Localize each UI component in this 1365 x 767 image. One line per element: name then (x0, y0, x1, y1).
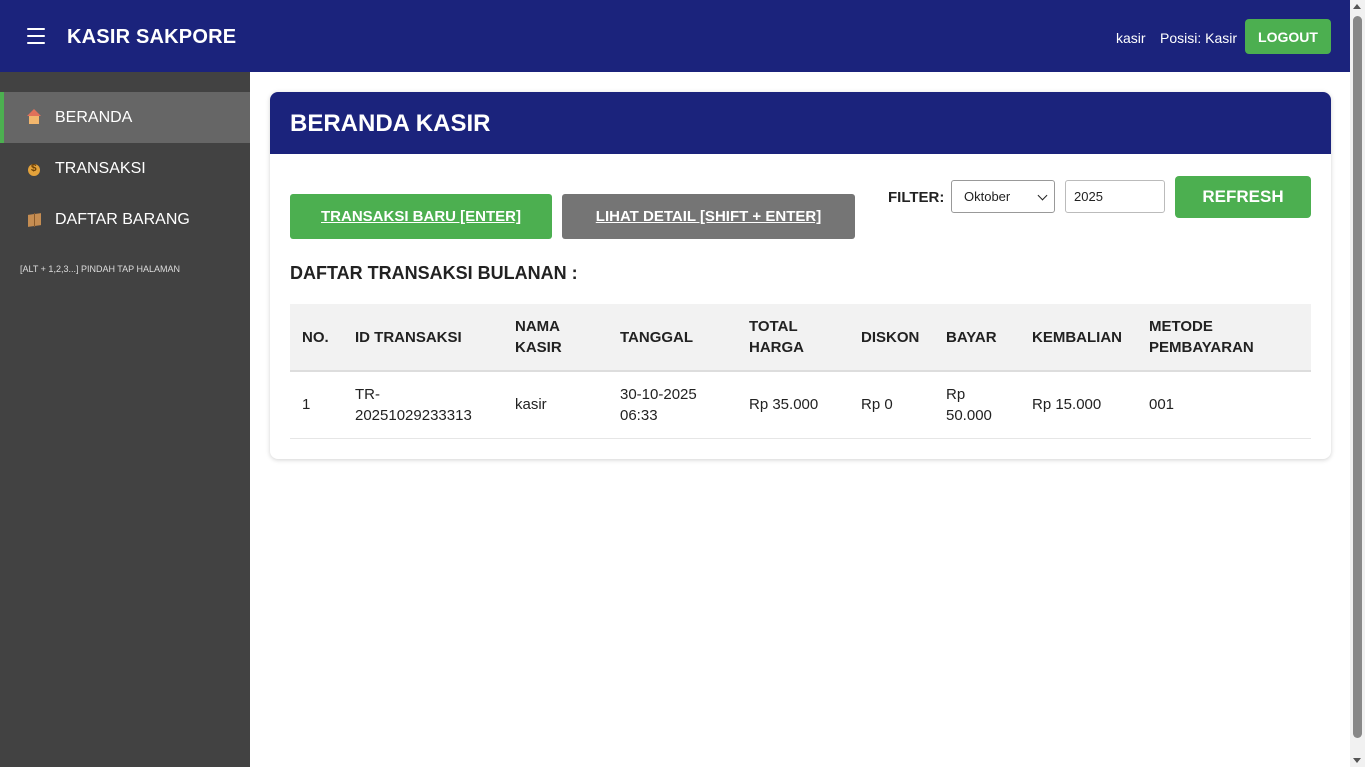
app-title: KASIR SAKPORE (67, 26, 237, 48)
cell-diskon: Rp 0 (849, 371, 934, 439)
cell-total-harga: Rp 35.000 (737, 371, 849, 439)
new-transaction-button[interactable]: TRANSAKSI BARU [ENTER] (290, 194, 552, 239)
cell-no: 1 (290, 371, 343, 439)
position-label: Posisi: Kasir (1160, 30, 1238, 46)
package-icon (25, 211, 43, 229)
view-detail-button[interactable]: LIHAT DETAIL [SHIFT + ENTER] (562, 194, 855, 239)
cell-kembalian: Rp 15.000 (1020, 371, 1137, 439)
hamburger-menu-icon[interactable] (27, 28, 45, 44)
home-card: BERANDA KASIR TRANSAKSI BARU [ENTER] LIH… (270, 92, 1331, 459)
chevron-down-icon (1037, 190, 1048, 201)
top-navbar: KASIR SAKPORE kasir Posisi: Kasir LOGOUT (0, 0, 1350, 72)
column-header-nama-kasir: NAMA KASIR (503, 304, 608, 372)
scroll-down-arrow-icon[interactable] (1353, 758, 1361, 763)
year-input[interactable] (1065, 180, 1165, 213)
sidebar-item-label: BERANDA (55, 108, 133, 126)
column-header-diskon: DISKON (849, 304, 934, 372)
username-label: kasir (1116, 30, 1146, 46)
sidebar-item-label: TRANSAKSI (55, 159, 146, 177)
scrollbar-thumb[interactable] (1353, 16, 1362, 738)
section-title: DAFTAR TRANSAKSI BULANAN : (290, 263, 578, 283)
column-header-no: NO. (290, 304, 343, 372)
column-header-tanggal: TANGGAL (608, 304, 737, 372)
money-bag-icon (25, 160, 43, 178)
column-header-total-harga: TOTAL HARGA (737, 304, 849, 372)
column-header-bayar: BAYAR (934, 304, 1020, 372)
cell-bayar: Rp 50.000 (934, 371, 1020, 439)
month-select[interactable]: Oktober (951, 180, 1055, 213)
table-row[interactable]: 1 TR-20251029233313 kasir 30-10-2025 06:… (290, 371, 1311, 439)
transaction-table: NO. ID TRANSAKSI NAMA KASIR TANGGAL TOTA… (290, 304, 1311, 439)
house-icon (25, 108, 43, 127)
cell-tanggal: 30-10-2025 06:33 (608, 371, 737, 439)
table-header-row: NO. ID TRANSAKSI NAMA KASIR TANGGAL TOTA… (290, 304, 1311, 372)
page-title: BERANDA KASIR (270, 92, 1331, 154)
refresh-button[interactable]: REFRESH (1175, 176, 1311, 218)
sidebar-item-beranda[interactable]: BERANDA (0, 92, 250, 143)
sidebar-item-daftar-barang[interactable]: DAFTAR BARANG (0, 194, 250, 245)
filter-label: FILTER: (888, 189, 945, 206)
sidebar-item-label: DAFTAR BARANG (55, 210, 190, 228)
cell-nama-kasir: kasir (503, 371, 608, 439)
cell-metode-pembayaran: 001 (1137, 371, 1311, 439)
column-header-kembalian: KEMBALIAN (1020, 304, 1137, 372)
column-header-id-transaksi: ID TRANSAKSI (343, 304, 503, 372)
sidebar: BERANDA TRANSAKSI DAFTAR BARANG [ALT + 1… (0, 72, 250, 767)
sidebar-item-transaksi[interactable]: TRANSAKSI (0, 143, 250, 194)
scroll-up-arrow-icon[interactable] (1353, 4, 1361, 9)
vertical-scrollbar[interactable] (1350, 0, 1365, 767)
month-select-value: Oktober (964, 189, 1011, 204)
cell-id-transaksi: TR-20251029233313 (343, 371, 503, 439)
shortcut-hint: [ALT + 1,2,3...] PINDAH TAP HALAMAN (20, 264, 180, 274)
logout-button[interactable]: LOGOUT (1245, 19, 1331, 54)
column-header-metode-pembayaran: METODE PEMBAYARAN (1137, 304, 1311, 372)
